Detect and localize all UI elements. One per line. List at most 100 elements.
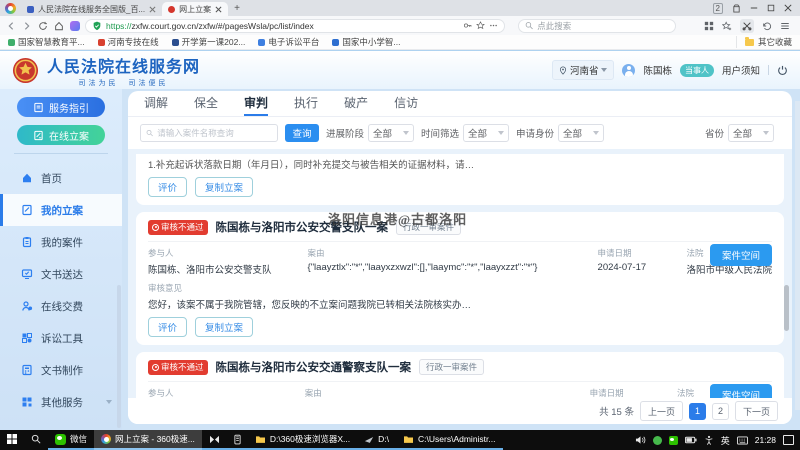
tab1-favicon xyxy=(27,5,34,13)
keyboard-icon[interactable] xyxy=(736,435,748,445)
extension-icon[interactable] xyxy=(70,20,80,31)
prev-page-button[interactable]: 上一页 xyxy=(639,401,683,421)
bookmark-item[interactable]: 河南专技在线 xyxy=(97,36,159,48)
case-search-field[interactable] xyxy=(140,124,278,142)
maximize-button[interactable] xyxy=(767,4,775,12)
close-window-button[interactable] xyxy=(784,4,792,12)
taskbar-app-bowtie[interactable] xyxy=(201,430,227,450)
accessibility-icon[interactable] xyxy=(704,435,714,445)
case-type-tag: 行政一审案件 xyxy=(419,359,485,375)
list-scrollbar[interactable] xyxy=(784,285,789,331)
extension-count-badge[interactable]: 2 xyxy=(712,2,723,14)
sidebar-item-other-services[interactable]: 其他服务 xyxy=(0,386,122,418)
notification-center-icon[interactable] xyxy=(783,435,794,445)
chevron-down-icon xyxy=(498,131,505,135)
browser-logo-icon xyxy=(101,434,112,444)
chevron-down-icon xyxy=(403,131,410,135)
stage-filter-select[interactable]: 全部 xyxy=(368,124,415,142)
menu-icon[interactable] xyxy=(780,21,790,31)
chevron-down-icon xyxy=(593,131,600,135)
tab1-close-icon[interactable] xyxy=(149,6,156,13)
user-avatar[interactable] xyxy=(622,63,636,77)
favorites-star-icon[interactable] xyxy=(722,20,732,31)
sidebar-item-litigation-tools[interactable]: 诉讼工具 xyxy=(0,322,122,354)
back-icon[interactable] xyxy=(6,21,16,31)
battery-icon[interactable] xyxy=(684,436,697,444)
taskbar-folder-1[interactable]: D:\360极速浏览器X... xyxy=(247,430,358,450)
query-button[interactable]: 查询 xyxy=(285,124,319,142)
next-page-button[interactable]: 下一页 xyxy=(734,401,778,421)
browser-search-box[interactable] xyxy=(518,18,676,33)
taskbar-search-button[interactable] xyxy=(24,430,48,450)
tab-preservation[interactable]: 保全 xyxy=(194,91,218,116)
taskbar-browser-window[interactable]: 网上立案 - 360极速... xyxy=(94,430,202,450)
browser-tab-1[interactable]: 人民法院在线服务全国版_百... xyxy=(21,2,162,16)
other-bookmarks-folder[interactable]: 其它收藏 xyxy=(735,36,792,48)
sidebar-button-online-filing[interactable]: 在线立案 xyxy=(17,125,105,145)
minimize-button[interactable] xyxy=(750,4,758,12)
sidebar-item-document-maker[interactable]: 文书制作 xyxy=(0,354,122,386)
new-tab-button[interactable]: + xyxy=(234,3,240,14)
password-key-icon[interactable] xyxy=(463,21,472,30)
sidebar-item-online-payment[interactable]: 在线交费 xyxy=(0,290,122,322)
browser-tab-2-active[interactable]: 网上立案 xyxy=(162,2,229,16)
taskbar-wechat[interactable]: 微信 xyxy=(48,430,95,450)
case-search-input[interactable] xyxy=(157,128,272,138)
sidebar-item-my-cases[interactable]: 我的案件 xyxy=(0,226,122,258)
volume-icon[interactable] xyxy=(635,435,646,445)
tab-trial[interactable]: 审判 xyxy=(244,91,269,116)
browser-search-input[interactable] xyxy=(537,20,669,31)
sidebar-scrollbar[interactable] xyxy=(117,285,121,428)
home-icon[interactable] xyxy=(54,21,64,31)
tab-petition[interactable]: 信访 xyxy=(394,91,418,116)
browser-logo-icon xyxy=(5,3,16,14)
evaluate-button[interactable]: 评价 xyxy=(148,317,188,337)
forward-icon[interactable] xyxy=(22,21,32,31)
bookmark-star-icon[interactable] xyxy=(476,21,485,30)
ime-language-indicator[interactable]: 英 xyxy=(721,434,730,447)
province-filter-select[interactable]: 全部 xyxy=(728,124,774,142)
page-scrollbar-track[interactable] xyxy=(795,101,800,450)
case-space-button[interactable]: 案件空间 xyxy=(710,244,772,266)
bookmark-item[interactable]: 国家智慧教育平... xyxy=(8,36,85,48)
taskbar-app-reader[interactable] xyxy=(226,430,248,450)
security-tray-icon[interactable] xyxy=(652,435,662,445)
tab2-close-icon[interactable] xyxy=(215,6,222,13)
page-1-button[interactable]: 1 xyxy=(688,402,706,420)
evaluate-button[interactable]: 评价 xyxy=(148,177,188,197)
bookmark-item[interactable]: 电子诉讼平台 xyxy=(258,36,319,48)
taskbar-folder-2[interactable]: D:\ xyxy=(357,430,397,450)
bookmark-item[interactable]: 开学第一课202... xyxy=(171,36,245,48)
apps-grid-icon[interactable] xyxy=(704,21,714,31)
clock[interactable]: 21:28 xyxy=(755,435,776,445)
copy-filing-button[interactable]: 复制立案 xyxy=(195,317,254,337)
undo-icon[interactable] xyxy=(762,21,772,31)
theme-icon[interactable] xyxy=(732,3,741,13)
start-button[interactable] xyxy=(0,430,24,450)
taskbar-folder-3[interactable]: C:\Users\Administr... xyxy=(396,430,503,450)
user-notice-link[interactable]: 用户须知 xyxy=(722,63,760,77)
refresh-icon[interactable] xyxy=(38,21,48,31)
tab-mediation[interactable]: 调解 xyxy=(144,91,168,116)
total-count: 共 15 条 xyxy=(599,407,634,418)
region-selector[interactable]: 河南省 xyxy=(551,60,615,80)
copy-filing-button[interactable]: 复制立案 xyxy=(195,177,254,197)
bookmark-item[interactable]: 国家中小学智... xyxy=(332,36,401,48)
tab-enforcement[interactable]: 执行 xyxy=(294,91,318,116)
address-bar[interactable]: https://zxfw.court.gov.cn/zxfw/#/pagesWs… xyxy=(85,18,505,33)
sidebar-item-document-delivery[interactable]: 文书送达 xyxy=(0,258,122,290)
case-space-button[interactable]: 案件空间 xyxy=(710,384,772,398)
page-2-button[interactable]: 2 xyxy=(711,402,729,420)
sidebar-item-home[interactable]: 首页 xyxy=(0,162,122,194)
drive-icon xyxy=(364,436,374,443)
time-filter-select[interactable]: 全部 xyxy=(463,124,510,142)
logout-power-icon[interactable] xyxy=(777,65,788,76)
sidebar-button-service-guide[interactable]: 服务指引 xyxy=(17,97,105,117)
tab-bankruptcy[interactable]: 破产 xyxy=(344,91,368,116)
wechat-tray-icon[interactable] xyxy=(668,435,678,445)
identity-filter-select[interactable]: 全部 xyxy=(558,124,605,142)
sidebar-item-my-filing[interactable]: 我的立案 xyxy=(0,194,122,226)
screenshot-scissors-icon[interactable] xyxy=(740,18,754,33)
participants-label: 参与人 xyxy=(148,388,174,398)
more-options-icon[interactable] xyxy=(489,21,498,30)
